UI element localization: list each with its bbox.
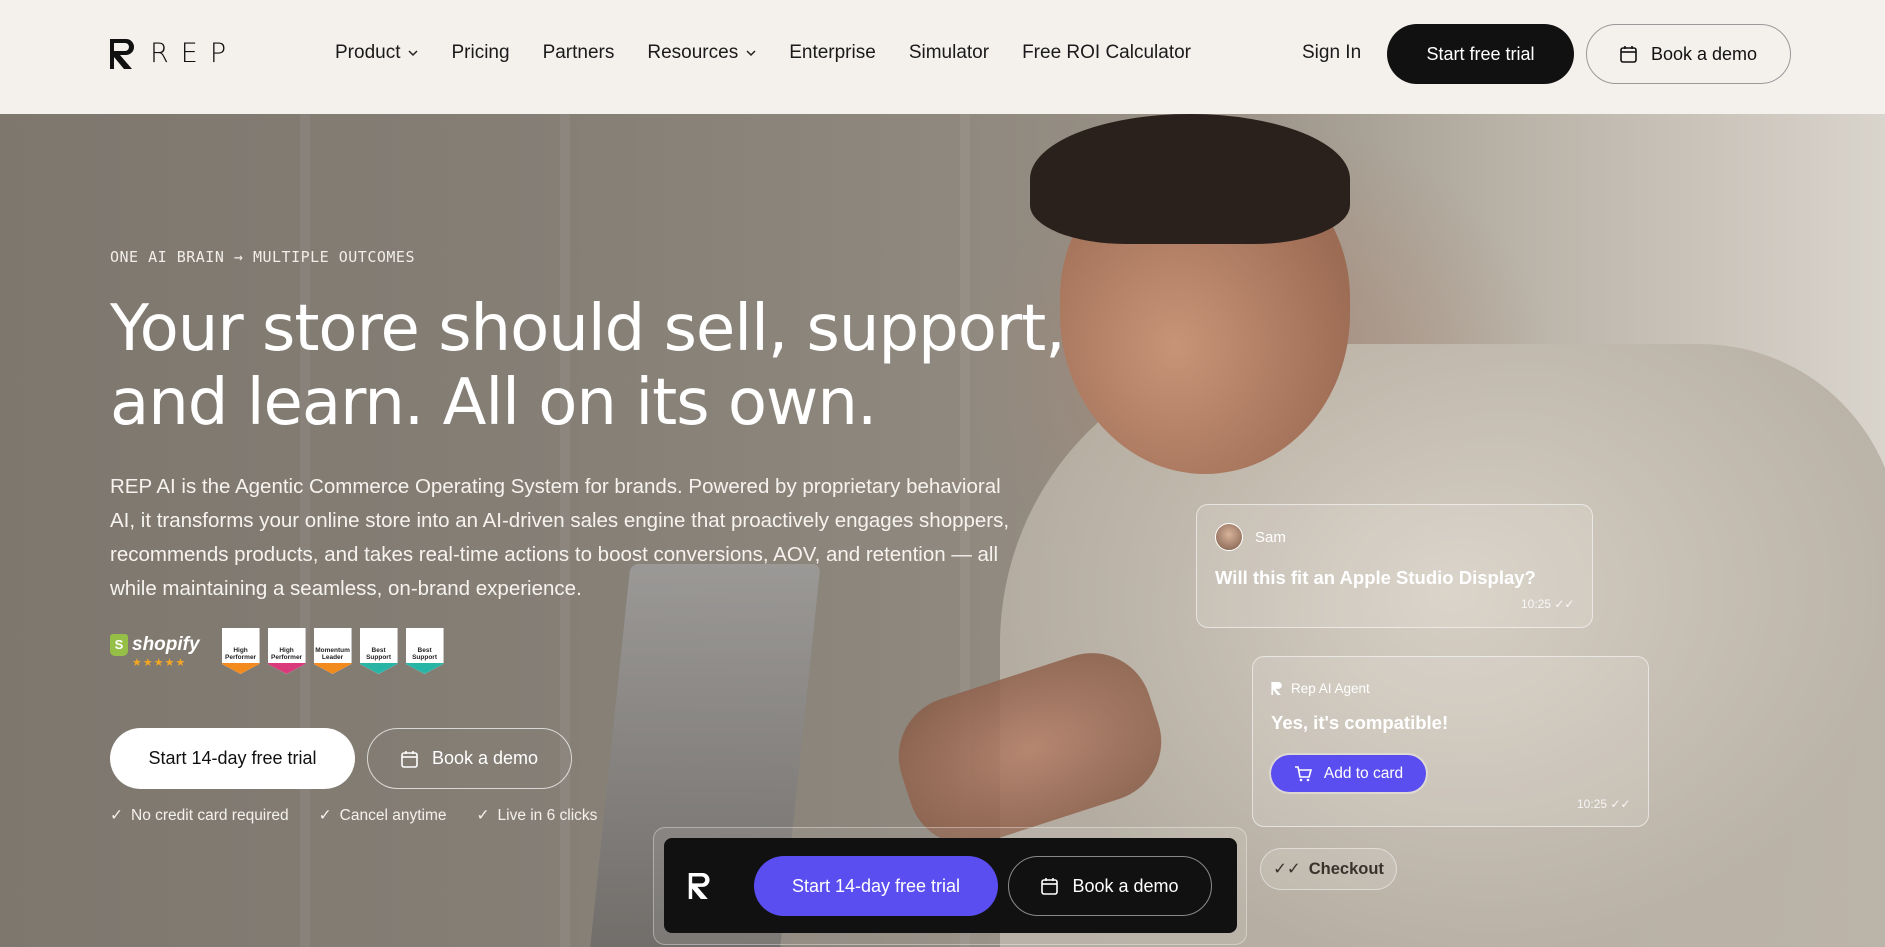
shopify-wordmark: shopify (132, 633, 200, 655)
benefit-text: Cancel anytime (339, 806, 447, 824)
nav-simulator[interactable]: Simulator (909, 42, 989, 64)
avatar (1215, 523, 1243, 551)
chevron-down-icon (746, 50, 756, 57)
nav-pricing-label: Pricing (451, 42, 510, 63)
chat-time-text: 10:25 (1577, 797, 1608, 811)
checkmark-icon: ✓ (318, 807, 332, 824)
add-to-cart-button[interactable]: Add to card (1271, 755, 1426, 792)
nav-simulator-label: Simulator (908, 42, 990, 63)
chevron-down-icon (408, 50, 419, 57)
floating-start-trial-label: Start 14-day free trial (791, 875, 961, 896)
checkout-chip[interactable]: ✓✓ Checkout (1260, 848, 1397, 890)
cart-icon (1294, 765, 1312, 781)
rep-logo-mark-icon (110, 38, 134, 69)
add-to-cart-label: Add to card (1323, 764, 1404, 782)
headline-line-2: and learn. All on its own. (110, 366, 877, 440)
floating-book-demo-button[interactable]: Book a demo (1008, 856, 1212, 916)
chat-user-message: Will this fit an Apple Studio Display? (1215, 567, 1536, 588)
sign-in-link[interactable]: Sign In (1302, 42, 1361, 64)
double-check-icon: ✓✓ (1610, 797, 1631, 811)
hero-start-trial-button[interactable]: Start 14-day free trial (110, 728, 355, 789)
floating-book-demo-label: Book a demo (1072, 875, 1179, 896)
chat-time-text: 10:25 (1521, 597, 1552, 611)
chat-user-name: Sam (1255, 529, 1286, 546)
hero-book-demo-label: Book a demo (431, 748, 539, 768)
checkmark-icon: ✓ (110, 807, 123, 824)
chat-timestamp: 10:25 ✓✓ (1521, 597, 1574, 611)
shopify-rating: S shopify ★★★★★ (110, 633, 200, 669)
checkout-label: Checkout (1308, 859, 1384, 878)
calendar-icon (1041, 878, 1059, 895)
agent-label-text: Rep AI Agent (1291, 681, 1370, 696)
hero-start-trial-label: Start 14-day free trial (148, 748, 317, 768)
hero-photo-person-hair (1030, 114, 1350, 244)
rep-logo-mark-icon (1271, 682, 1282, 695)
chat-timestamp: 10:25 ✓✓ (1577, 797, 1630, 811)
double-check-icon: ✓✓ (1273, 860, 1301, 878)
g2-badge-label: Best Support (412, 647, 438, 661)
nav-enterprise[interactable]: Enterprise (789, 42, 876, 64)
g2-badge-label: Best Support (366, 647, 392, 661)
g2-badge: Best Support (405, 628, 444, 674)
g2-badge-label: High Performer (225, 647, 257, 661)
benefit-item: ✓ Live in 6 clicks (477, 806, 598, 825)
rating-stars: ★★★★★ (132, 656, 187, 669)
calendar-icon (401, 750, 418, 768)
nav-partners[interactable]: Partners (543, 42, 615, 64)
start-free-trial-button[interactable]: Start free trial (1387, 24, 1574, 84)
nav-pricing[interactable]: Pricing (451, 42, 509, 64)
start-free-trial-label: Start free trial (1426, 43, 1535, 64)
calendar-icon (1620, 46, 1637, 63)
nav-roi-calculator[interactable]: Free ROI Calculator (1022, 42, 1191, 64)
nav-product-label: Product (335, 42, 401, 63)
hero-eyebrow: ONE AI BRAIN → MULTIPLE OUTCOMES (110, 248, 415, 266)
nav-partners-label: Partners (542, 42, 615, 63)
nav-product[interactable]: Product (335, 42, 419, 64)
nav-resources-label: Resources (647, 42, 739, 63)
benefit-item: ✓ No credit card required (110, 806, 289, 825)
shopify-bag-icon: S (110, 633, 128, 656)
logo-text: REP (150, 38, 239, 69)
trust-badges: S shopify ★★★★★ High Performer High Perf… (110, 628, 444, 674)
g2-badge: Best Support (359, 628, 398, 674)
agent-chat-bubble: Rep AI Agent Yes, it's compatible! Add t… (1252, 656, 1649, 827)
headline-line-1: Your store should sell, support, (110, 292, 1066, 366)
nav-enterprise-label: Enterprise (789, 42, 876, 63)
g2-badge-label: Momentum Leader (315, 647, 350, 661)
benefit-text: Live in 6 clicks (497, 806, 598, 824)
nav-roi-calculator-label: Free ROI Calculator (1022, 42, 1192, 63)
main-nav: Product Pricing Partners Resources Enter… (335, 42, 1191, 64)
site-header: REP Product Pricing Partners Resources E… (0, 0, 1885, 114)
agent-message: Yes, it's compatible! (1271, 712, 1449, 733)
hero-headline: Your store should sell, support, and lea… (110, 292, 1070, 440)
floating-start-trial-button[interactable]: Start 14-day free trial (754, 856, 998, 916)
checkmark-icon: ✓ (476, 807, 490, 824)
benefit-text: No credit card required (131, 806, 289, 824)
g2-badge: Momentum Leader (313, 628, 352, 674)
double-check-icon: ✓✓ (1554, 597, 1575, 611)
g2-badge: High Performer (267, 628, 306, 674)
agent-label: Rep AI Agent (1271, 681, 1370, 696)
hero-benefits: ✓ No credit card required ✓ Cancel anytime… (110, 806, 597, 825)
g2-badge-label: High Performer (271, 647, 303, 661)
nav-resources[interactable]: Resources (647, 42, 756, 64)
g2-badge: High Performer (221, 628, 260, 674)
rep-logo-mark-icon (688, 873, 710, 899)
benefit-item: ✓ Cancel anytime (319, 806, 447, 825)
hero-book-demo-button[interactable]: Book a demo (367, 728, 572, 789)
book-demo-button[interactable]: Book a demo (1586, 24, 1791, 84)
customer-chat-bubble: Sam Will this fit an Apple Studio Displa… (1196, 504, 1593, 628)
hero-description: REP AI is the Agentic Commerce Operating… (110, 475, 1010, 600)
rep-logo[interactable]: REP (110, 38, 238, 69)
book-demo-label: Book a demo (1650, 43, 1758, 64)
